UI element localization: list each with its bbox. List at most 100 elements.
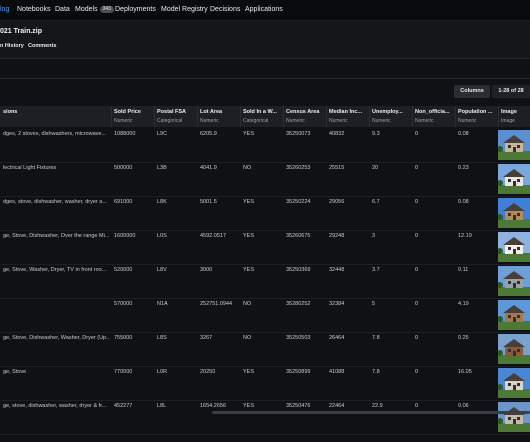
table-cell-sold-in-a-week: YES [243,369,255,375]
table-cell-population: 0.08 [458,131,469,137]
table-cell-sold-price: 770000 [114,369,133,375]
column-header-unemployment[interactable]: Unemploy... Numeric [369,106,413,127]
column-header-population[interactable]: Population ... Numeric [455,106,499,127]
tab-comments[interactable]: Comments [28,43,56,49]
table-cell-sold-price: 500000 [114,165,133,171]
column-name: sions [3,109,18,115]
table-cell-sold-in-a-week: YES [243,233,255,239]
column-type: Numeric [415,118,434,124]
table-cell-postal-fsa: L8S [157,335,167,341]
table-cell-non-official: 0 [415,131,419,137]
house-photo-icon[interactable] [498,130,530,160]
table-cell-census-area: 35250503 [286,335,311,341]
column-name: Postal FSA [157,109,187,115]
table-cell-postal-fsa: L0R [157,369,168,375]
house-photo-icon[interactable] [498,300,530,330]
table-cell-sold-price: 691000 [114,199,133,205]
column-name: Census Area [286,109,320,115]
table-cell-lot-area: 3000 [200,267,213,273]
toolbar-divider [0,78,530,79]
table-cell-lot-area: 252751.0944 [200,301,233,307]
column-header-sold-in-a-week[interactable]: Sold In a W... Categorical [240,106,284,127]
table-cell-postal-fsa: L8K [157,199,167,205]
table-cell-postal-fsa: L0S [157,233,167,239]
table-cell-sold-price: 755000 [114,335,133,341]
nav-data[interactable]: Data [55,6,70,13]
nav-decisions[interactable]: Decisions [210,6,240,13]
table-cell-unemployment: 5 [372,301,376,307]
table-cell-extensions: ge, Stove [3,369,27,375]
table-cell-non-official: 0 [415,165,419,171]
table-cell-sold-in-a-week: NO [243,335,252,341]
table-cell-census-area: 35260253 [286,165,311,171]
column-header-median-income[interactable]: Median Inc... Numeric [326,106,370,127]
table-cell-sold-in-a-week: NO [243,165,252,171]
house-photo-icon[interactable] [498,334,530,364]
table-cell-extensions: ge, Stove, Dishwasher, Washer, Dryer (Up… [3,335,109,341]
column-type: Numeric [114,118,133,124]
table-cell-census-area: 35250899 [286,369,311,375]
house-photo-icon[interactable] [498,164,530,194]
table-cell-lot-area: 20250 [200,369,216,375]
column-header-lot-area[interactable]: Lot Area Numeric [197,106,241,127]
table-cell-postal-fsa: L8V [157,267,167,273]
table-cell-unemployment: 7.8 [372,335,380,341]
table-cell-non-official: 0 [415,335,419,341]
table-cell-lot-area: 5001.5 [200,199,217,205]
table-cell-unemployment: 22.9 [372,403,383,409]
column-name: Image [501,109,517,115]
nav-models[interactable]: Models 343 [75,6,114,13]
house-photo-icon[interactable] [498,232,530,262]
column-name: Lot Area [200,109,223,115]
nav-models-label: Models [75,6,98,13]
table-cell-postal-fsa: L3B [157,165,167,171]
header-divider [0,58,530,59]
table-cell-population: 4.19 [458,301,469,307]
column-type: Numeric [372,118,391,124]
column-name: Median Inc... [329,109,363,115]
dataset-header [0,21,530,58]
table-cell-lot-area: 6205.9 [200,131,217,137]
nav-model-registry[interactable]: Model Registry [161,6,208,13]
house-photo-icon[interactable] [498,198,530,228]
columns-button[interactable]: Columns [454,85,490,98]
nav-deployments[interactable]: Deployments [115,6,156,13]
table-cell-median-income: 29248 [329,233,345,239]
table-cell-median-income: 32384 [329,301,345,307]
table-cell-census-area: 35280252 [286,301,311,307]
table-cell-extensions: ge, Stove, Washer, Dryer, TV in front ro… [3,267,107,273]
nav-applications[interactable]: Applications [245,6,283,13]
table-cell-census-area: 35250476 [286,403,311,409]
table-cell-extensions: dges, stove, dishwasher, washer, dryer a… [3,199,107,205]
table-cell-unemployment: 20 [372,165,379,171]
house-photo-icon[interactable] [498,402,530,432]
column-header-postal-fsa[interactable]: Postal FSA Categorical [154,106,198,127]
nav-catalog[interactable]: log [0,6,9,13]
column-header-sold-price[interactable]: Sold Price Numeric [111,106,155,127]
table-cell-sold-in-a-week: NO [243,301,252,307]
column-header-census-area[interactable]: Census Area Numeric [283,106,327,127]
table-cell-extensions: ge, Stove, Dishwasher, Over the range Mi… [3,233,109,239]
table-cell-extensions: lectrical Light Fixtures [3,165,57,171]
house-photo-icon[interactable] [498,266,530,296]
horizontal-scrollbar[interactable] [212,411,530,414]
table-cell-census-area: 35260675 [286,233,311,239]
tab-version-history[interactable]: n History [0,43,24,49]
table-cell-sold-in-a-week: YES [243,199,255,205]
house-photo-icon[interactable] [498,368,530,398]
nav-notebooks[interactable]: Notebooks [17,6,50,13]
column-header-image[interactable]: Image Image [498,106,530,127]
column-header-non-official[interactable]: Non_officia... Numeric [412,106,456,127]
column-name: Sold Price [114,109,141,115]
table-cell-unemployment: 7.8 [372,369,380,375]
table-cell-median-income: 22464 [329,403,345,409]
column-type: Numeric [286,118,305,124]
column-type: Categorical [157,118,183,124]
table-cell-lot-area: 4041.9 [200,165,217,171]
column-type: Numeric [458,118,477,124]
table-cell-median-income: 26464 [329,335,345,341]
column-header-extensions[interactable]: sions [0,106,112,127]
table-cell-census-area: 35250369 [286,267,311,273]
table-cell-median-income: 40832 [329,131,345,137]
column-type: Categorical [243,118,269,124]
